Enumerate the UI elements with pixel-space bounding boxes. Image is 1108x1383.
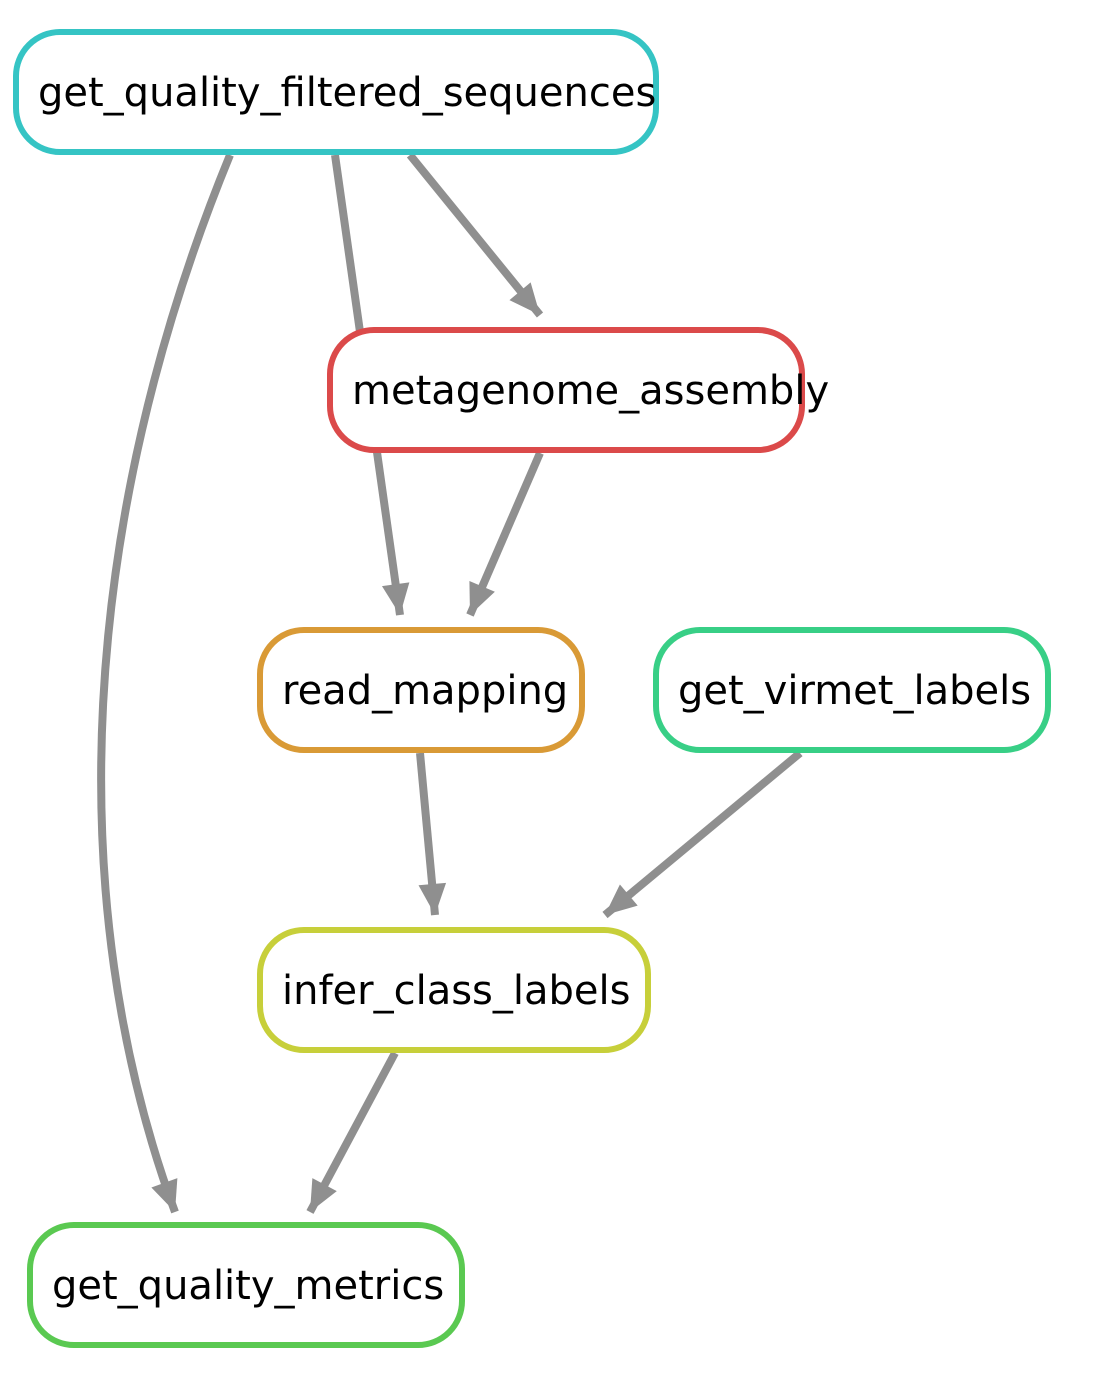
edge-n1-n6 <box>101 155 230 1212</box>
node-n6: get_quality_metrics <box>30 1225 462 1345</box>
arrowhead-icon <box>151 1178 177 1212</box>
node-label: get_quality_filtered_sequences <box>38 70 656 116</box>
edge-n4-n5 <box>605 753 800 915</box>
node-label: infer_class_labels <box>282 968 630 1014</box>
workflow-diagram: get_quality_filtered_sequences metagenome… <box>0 0 1108 1383</box>
node-label: read_mapping <box>282 668 568 714</box>
node-label: metagenome_assembly <box>352 368 829 414</box>
node-n3: read_mapping <box>260 630 582 750</box>
node-n5: infer_class_labels <box>260 930 648 1050</box>
node-n1: get_quality_filtered_sequences <box>16 32 656 152</box>
node-label: get_virmet_labels <box>678 668 1031 714</box>
edge-n2-n3 <box>469 453 540 615</box>
edge-n5-n6 <box>310 1053 395 1212</box>
edge-n1-n2 <box>410 155 540 315</box>
edge-n3-n5 <box>419 753 447 915</box>
node-label: get_quality_metrics <box>52 1263 444 1309</box>
node-n4: get_virmet_labels <box>656 630 1048 750</box>
node-n2: metagenome_assembly <box>330 330 829 450</box>
